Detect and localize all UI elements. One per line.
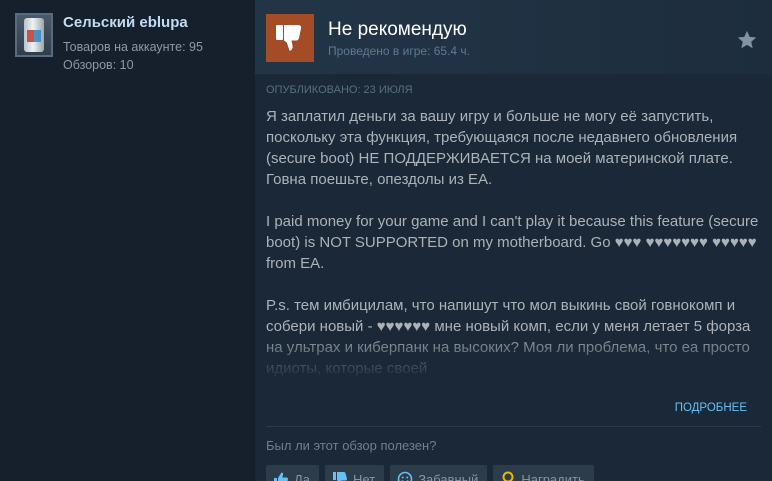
vote-yes-label: Да [294,471,311,481]
smiley-icon [397,471,413,481]
review-body: Я заплатил деньги за вашу игру и больше … [266,106,761,386]
award-button[interactable]: Наградить [493,465,594,481]
thumbs-down-icon [276,25,302,51]
avatar[interactable] [15,13,53,57]
author-panel: Сельский eblupa Товаров на аккаунте: 95 … [0,0,255,481]
vote-funny-button[interactable]: Забавный [390,465,488,481]
author-reviews-count[interactable]: Обзоров: 10 [63,58,134,72]
review-header: Не рекомендую Проведено в игре: 65.4 ч. [255,0,772,74]
star-icon[interactable] [736,29,758,51]
vote-no-label: Нет [353,471,376,481]
vote-funny-label: Забавный [418,471,479,481]
avatar-can-label [27,30,41,42]
vote-buttons: Да Нет Забавный Наградить [266,465,594,481]
divider [266,426,761,427]
playtime-text: Проведено в игре: 65.4 ч. [328,44,471,58]
vote-no-button[interactable]: Нет [325,465,385,481]
award-icon [502,471,514,481]
author-name[interactable]: Сельский eblupa [63,14,188,31]
posted-date: Опубликовано: 23 июля [266,84,413,96]
verdict-title[interactable]: Не рекомендую [328,19,467,41]
helpful-question: Был ли этот обзор полезен? [266,438,437,453]
review-card: Сельский eblupa Товаров на аккаунте: 95 … [0,0,772,481]
verdict-icon-box [266,14,314,62]
review-paragraph: I paid money for your game and I can't p… [266,213,759,272]
thumbs-up-icon [274,472,288,481]
review-paragraph: P.s. тем имбицилам, что напишут что мол … [266,297,751,377]
author-games-owned[interactable]: Товаров на аккаунте: 95 [63,40,203,54]
thumbs-down-icon [333,472,348,481]
review-paragraph: Я заплатил деньги за вашу игру и больше … [266,108,738,188]
award-label: Наградить [521,471,585,481]
vote-yes-button[interactable]: Да [266,465,320,481]
read-more-link[interactable]: Подробнее [675,402,747,414]
